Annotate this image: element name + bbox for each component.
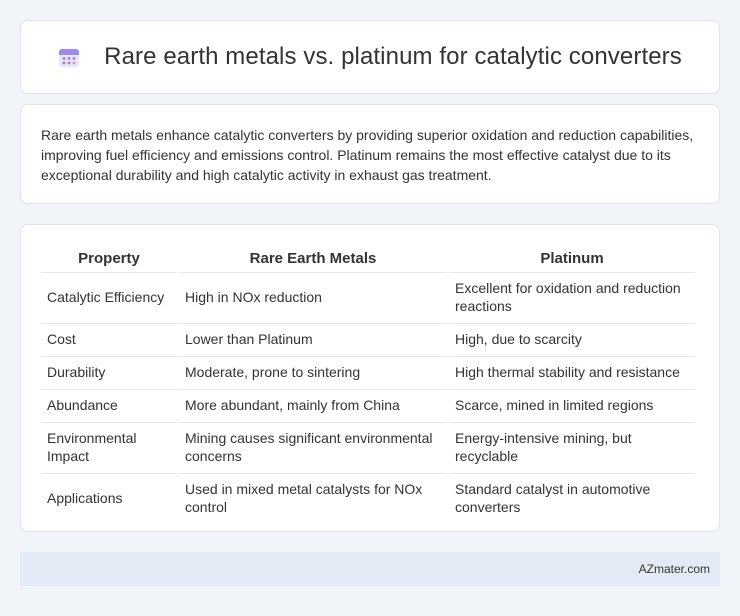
comparison-table: Property Rare Earth Metals Platinum Cata…: [39, 243, 697, 524]
rare-earth-cell: Moderate, prone to sintering: [179, 356, 447, 387]
table-row: Durability Moderate, prone to sintering …: [41, 356, 695, 387]
property-cell: Catalytic Efficiency: [41, 272, 177, 321]
platinum-cell: High thermal stability and resistance: [449, 356, 695, 387]
header-platinum: Platinum: [540, 250, 604, 267]
page-title: Rare earth metals vs. platinum for catal…: [104, 43, 682, 70]
table-row: Catalytic Efficiency High in NOx reducti…: [41, 272, 695, 321]
rare-earth-cell: Lower than Platinum: [179, 323, 447, 354]
rare-earth-cell: Mining causes significant environmental …: [179, 422, 447, 471]
calendar-icon: [59, 49, 80, 67]
property-cell: Cost: [41, 323, 177, 354]
table-header-row: Property Rare Earth Metals Platinum: [41, 245, 695, 270]
property-cell: Durability: [41, 356, 177, 387]
table-row: Abundance More abundant, mainly from Chi…: [41, 389, 695, 420]
comparison-table-card: Property Rare Earth Metals Platinum Cata…: [20, 224, 720, 532]
rare-earth-cell: High in NOx reduction: [179, 272, 447, 321]
footer-brand[interactable]: AZmater.com: [639, 562, 710, 576]
footer: AZmater.com: [20, 552, 720, 586]
rare-earth-cell: Used in mixed metal catalysts for NOx co…: [179, 473, 447, 522]
summary-card: Rare earth metals enhance catalytic conv…: [20, 104, 720, 204]
title-card: Rare earth metals vs. platinum for catal…: [20, 20, 720, 94]
platinum-cell: High, due to scarcity: [449, 323, 695, 354]
table-row: Environmental Impact Mining causes signi…: [41, 422, 695, 471]
header-property: Property: [78, 250, 140, 267]
platinum-cell: Standard catalyst in automotive converte…: [449, 473, 695, 522]
table-row: Applications Used in mixed metal catalys…: [41, 473, 695, 522]
property-cell: Abundance: [41, 389, 177, 420]
rare-earth-cell: More abundant, mainly from China: [179, 389, 447, 420]
platinum-cell: Scarce, mined in limited regions: [449, 389, 695, 420]
property-cell: Applications: [41, 473, 177, 522]
header-rare-earth-metals: Rare Earth Metals: [249, 250, 377, 267]
platinum-cell: Excellent for oxidation and reduction re…: [449, 272, 695, 321]
summary-paragraph: Rare earth metals enhance catalytic conv…: [41, 127, 694, 183]
platinum-cell: Energy-intensive mining, but recyclable: [449, 422, 695, 471]
table-row: Cost Lower than Platinum High, due to sc…: [41, 323, 695, 354]
property-cell: Environmental Impact: [41, 422, 177, 471]
